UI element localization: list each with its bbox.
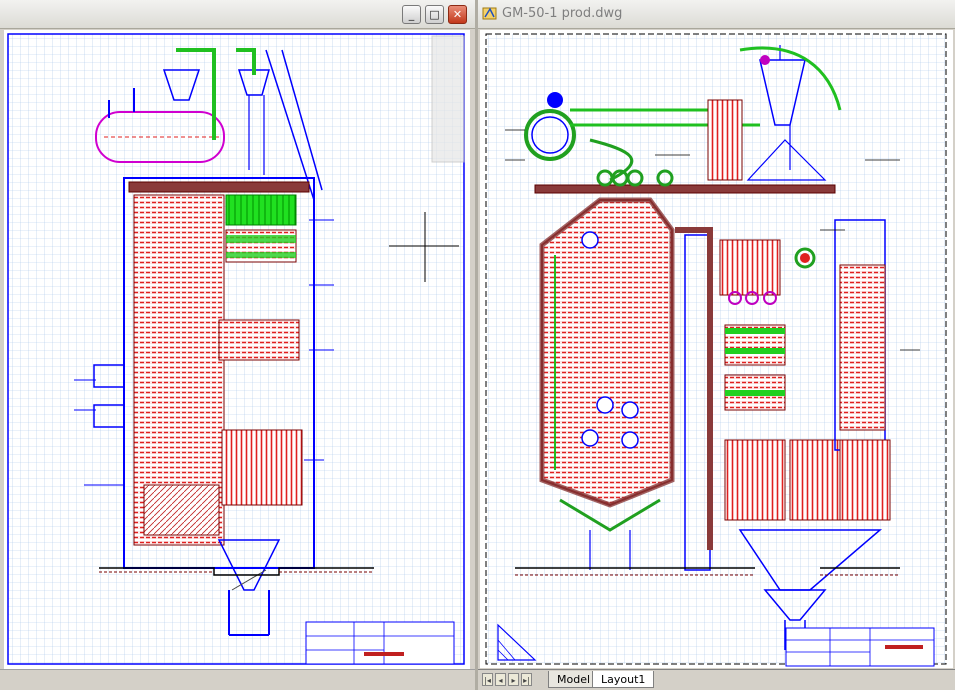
layout-tab-bar: |◂ ◂ ▸ ▸| Model Layout1 [478,669,955,690]
top-deck [534,184,836,194]
close-button[interactable]: ✕ [448,5,467,24]
tab-layout1[interactable]: Layout1 [592,671,655,688]
boiler-front-view-drawing[interactable] [480,30,953,668]
viewcube-icon[interactable] [431,35,465,163]
left-drawing-canvas[interactable] [4,30,470,670]
air-heater-left [724,439,786,521]
superheater-section [225,194,297,226]
window-title: GM-50-1 prod.dwg [502,6,623,21]
title-block [305,621,455,665]
left-window-titlebar[interactable]: _ □ ✕ [0,0,475,29]
right-drawing-canvas[interactable] [480,30,953,668]
minimize-button[interactable]: _ [402,5,421,24]
next-tab-arrow-icon[interactable]: ▸ [508,673,519,686]
maximize-button[interactable]: □ [425,5,444,24]
superheater-pendant [719,239,781,296]
left-window-statusbar [0,669,475,690]
furnace-chamber [541,199,673,507]
right-drawing-window: GM-50-1 prod.dwg |◂ ◂ ▸ ▸| Model Layout1 [478,0,955,690]
autocad-file-icon [482,7,497,20]
air-heater-right [839,264,886,431]
first-tab-arrow-icon[interactable]: |◂ [482,673,493,686]
prev-tab-arrow-icon[interactable]: ◂ [495,673,506,686]
window-splitter[interactable] [475,0,478,690]
left-drawing-window: _ □ ✕ [0,0,475,690]
right-window-titlebar[interactable]: GM-50-1 prod.dwg [478,0,955,29]
economizer-upper [218,319,300,361]
last-tab-arrow-icon[interactable]: ▸| [521,673,532,686]
boiler-side-view-drawing[interactable] [4,30,470,670]
economizer-lower [221,429,303,506]
